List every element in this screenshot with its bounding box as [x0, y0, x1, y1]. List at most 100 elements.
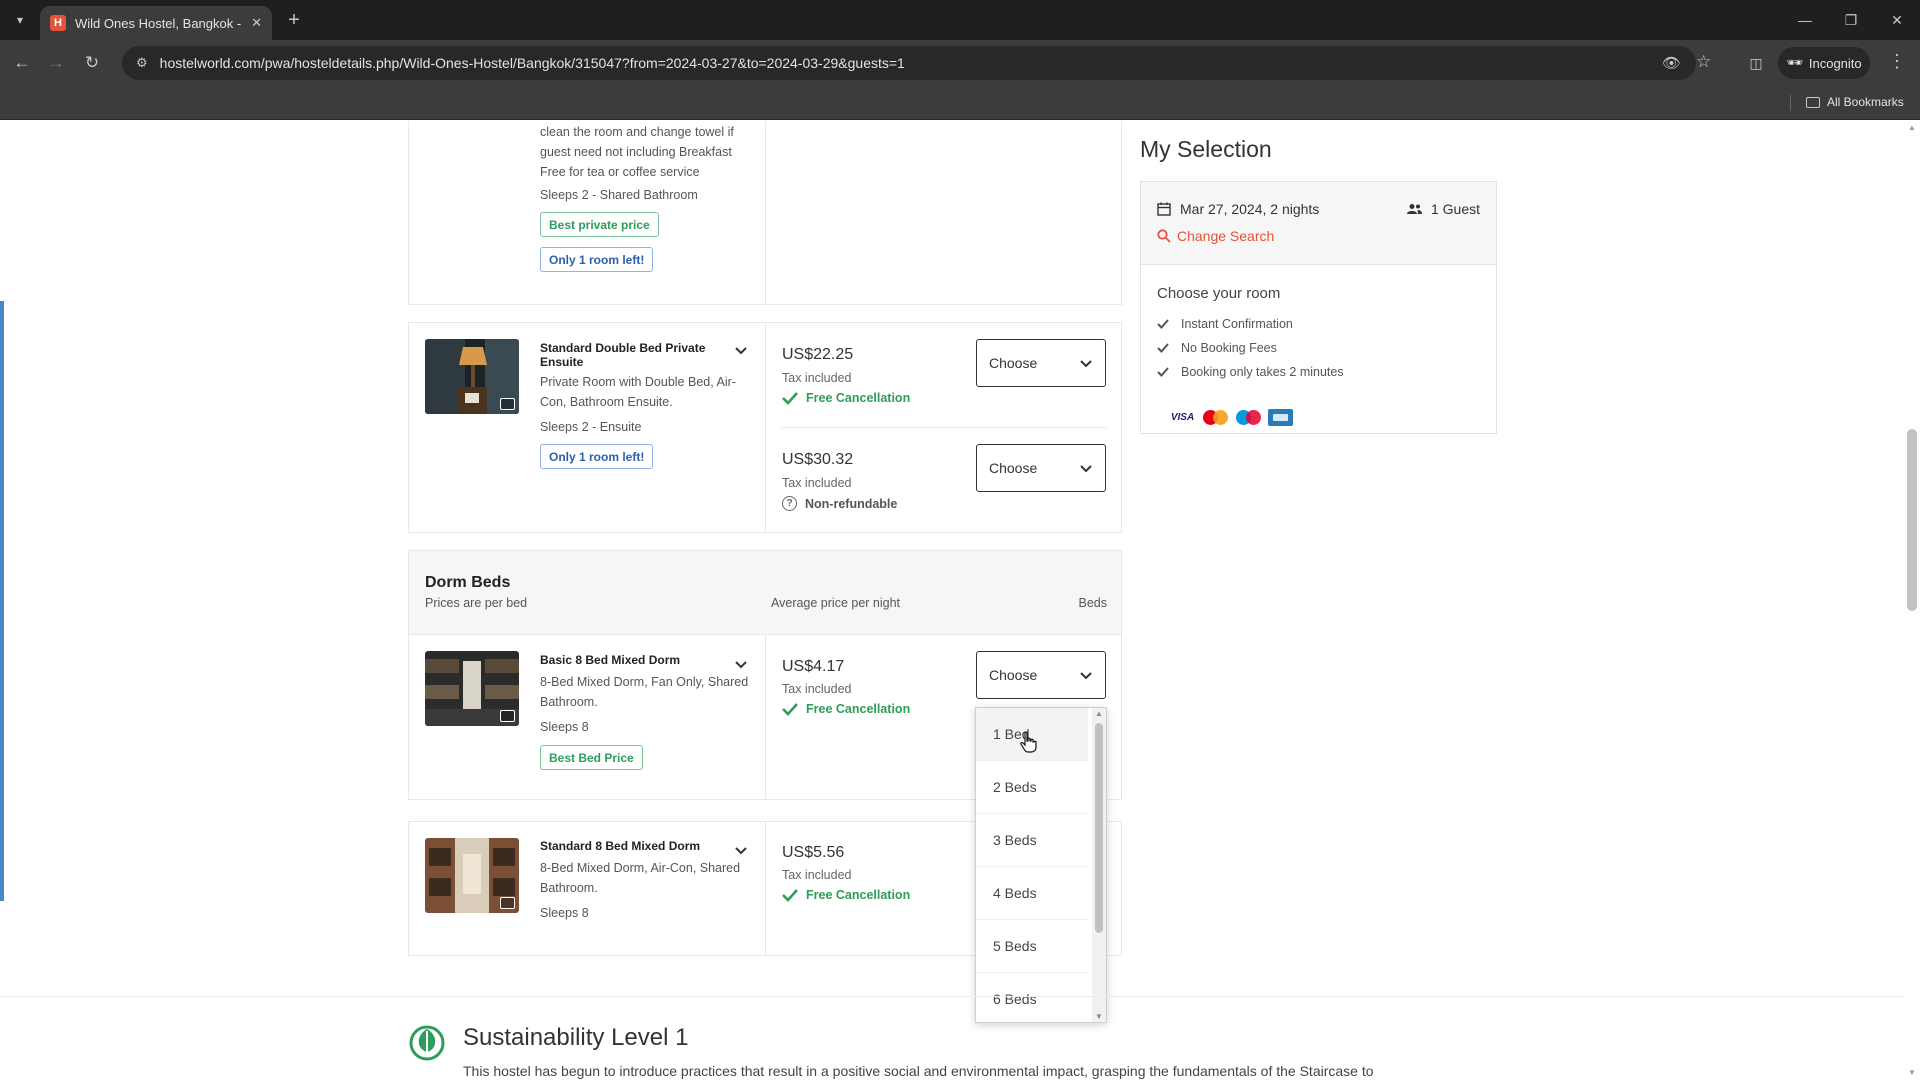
jcb-logo-icon — [1268, 409, 1293, 426]
browser-tabbar: ▾ H Wild Ones Hostel, Bangkok - 20 ✕ + —… — [0, 0, 1920, 40]
chevron-down-icon — [1080, 672, 1092, 680]
visa-logo-icon: VISA — [1170, 412, 1195, 423]
choose-room-heading: Choose your room — [1157, 285, 1281, 302]
beds-option-3[interactable]: 3 Beds — [976, 814, 1088, 867]
best-private-price-badge: Best private price — [540, 212, 659, 237]
url-text: hostelworld.com/pwa/hosteldetails.php/Wi… — [159, 55, 905, 71]
dorm-beds-header: Dorm Beds Prices are per bed Average pri… — [408, 550, 1122, 635]
room-photo[interactable] — [425, 339, 519, 414]
maestro-logo-icon — [1235, 409, 1262, 426]
beds-option-2[interactable]: 2 Beds — [976, 761, 1088, 814]
check-icon — [1157, 319, 1169, 329]
browser-tab[interactable]: H Wild Ones Hostel, Bangkok - 20 ✕ — [40, 6, 272, 40]
side-panel-icon[interactable]: ◫ — [1744, 51, 1768, 75]
scroll-up-icon[interactable]: ▲ — [1095, 709, 1103, 718]
room-quantity-select[interactable]: Choose — [976, 339, 1106, 387]
gallery-icon — [500, 710, 515, 722]
beds-option-6[interactable]: 6 Beds — [976, 973, 1088, 1022]
rate-tax-note: Tax included — [782, 682, 852, 696]
column-divider — [765, 121, 766, 304]
average-price-label: Average price per night — [771, 596, 901, 610]
bookmark-star-icon[interactable]: ☆ — [1696, 52, 1711, 72]
guest-count: 1 Guest — [1406, 201, 1480, 217]
dropdown-scrollbar[interactable]: ▲ ▼ — [1092, 708, 1106, 1022]
room-name: Basic 8 Bed Mixed Dorm — [540, 653, 681, 667]
browser-menu-icon[interactable]: ⋮ — [1888, 51, 1906, 72]
room-card-private-top: clean the room and change towel if guest… — [408, 121, 1122, 305]
expand-chevron-icon[interactable] — [734, 343, 748, 357]
search-icon — [1157, 229, 1171, 243]
minimize-icon[interactable]: — — [1790, 8, 1820, 32]
beds-option-5[interactable]: 5 Beds — [976, 920, 1088, 973]
new-tab-icon[interactable]: + — [282, 8, 306, 32]
restore-icon[interactable]: ❐ — [1836, 8, 1866, 32]
room-quantity-select[interactable]: Choose — [976, 444, 1106, 492]
all-bookmarks-button[interactable]: All Bookmarks — [1806, 95, 1904, 109]
gallery-icon — [500, 897, 515, 909]
free-cancellation-label: Free Cancellation — [782, 391, 910, 405]
tab-title: Wild Ones Hostel, Bangkok - 20 — [75, 15, 243, 31]
column-divider — [765, 323, 766, 532]
browser-toolbar: ← → ↻ ⚙ hostelworld.com/pwa/hosteldetail… — [0, 40, 1920, 86]
gallery-icon — [500, 398, 515, 410]
change-search-link[interactable]: Change Search — [1157, 228, 1274, 244]
room-description: Private Room with Double Bed, Air-Con, B… — [540, 375, 736, 409]
rate-policy: Free Cancellation — [806, 391, 911, 405]
scroll-down-icon[interactable]: ▼ — [1095, 1012, 1103, 1021]
hostelworld-favicon-icon: H — [50, 15, 66, 31]
tab-search-icon[interactable]: ▾ — [8, 8, 32, 32]
left-accent-bar — [0, 301, 4, 901]
beds-column-label: Beds — [1078, 596, 1108, 610]
dropdown-scroll-thumb[interactable] — [1095, 723, 1103, 933]
section-subtitle: Prices are per bed — [425, 596, 528, 610]
page-content: clean the room and change towel if guest… — [0, 121, 1920, 1080]
room-sleeps: Sleeps 8 — [540, 906, 589, 920]
incognito-profile-button[interactable]: 🕶 Incognito — [1778, 47, 1870, 79]
check-icon — [782, 703, 798, 716]
beds-dropdown-list[interactable]: 1 Bed 2 Beds 3 Beds 4 Beds 5 Beds 6 Beds… — [975, 707, 1107, 1023]
expand-chevron-icon[interactable] — [734, 657, 748, 671]
room-sleeps: Sleeps 2 - Ensuite — [540, 420, 642, 434]
chevron-down-icon — [1080, 360, 1092, 368]
hand-cursor-icon — [1020, 731, 1037, 753]
chevron-down-icon — [1080, 465, 1092, 473]
reload-icon[interactable]: ↻ — [80, 51, 104, 75]
best-bed-price-badge: Best Bed Price — [540, 745, 643, 770]
my-selection-title: My Selection — [1140, 136, 1272, 162]
change-search-label: Change Search — [1177, 228, 1275, 244]
forward-icon[interactable]: → — [44, 51, 68, 75]
sustainability-text: This hostel has begun to introduce pract… — [463, 1063, 1374, 1079]
page-scroll-thumb[interactable] — [1907, 429, 1917, 611]
room-description: clean the room and change towel if guest… — [540, 125, 734, 179]
room-card-double-ensuite: Standard Double Bed Private Ensuite Priv… — [408, 322, 1122, 533]
beds-option-4[interactable]: 4 Beds — [976, 867, 1088, 920]
room-photo[interactable] — [425, 838, 519, 913]
room-name: Standard Double Bed Private Ensuite — [540, 341, 706, 369]
select-value: Choose — [989, 355, 1038, 371]
rate-tax-note: Tax included — [782, 371, 852, 385]
rate-price: US$30.32 — [782, 451, 854, 468]
rate-price: US$5.56 — [782, 844, 845, 861]
site-info-icon[interactable]: ⚙ — [136, 55, 148, 71]
beds-quantity-select[interactable]: Choose — [976, 651, 1106, 699]
page-scroll-down-icon[interactable]: ▼ — [1908, 1068, 1916, 1077]
page-scroll-up-icon[interactable]: ▲ — [1908, 123, 1916, 132]
room-name: Standard 8 Bed Mixed Dorm — [540, 839, 701, 853]
rooms-left-badge: Only 1 room left! — [540, 444, 654, 469]
back-icon[interactable]: ← — [10, 51, 34, 75]
rate-divider — [782, 427, 1106, 428]
room-photo[interactable] — [425, 651, 519, 726]
eye-off-icon[interactable]: 👁 — [1662, 54, 1681, 72]
guest-count-text: 1 Guest — [1430, 201, 1480, 217]
address-bar[interactable]: ⚙ hostelworld.com/pwa/hosteldetails.php/… — [122, 46, 1711, 80]
rate-policy: Non-refundable — [805, 496, 898, 511]
question-icon[interactable]: ? — [782, 496, 797, 511]
rooms-left-badge: Only 1 room left! — [540, 247, 654, 272]
rate-policy: Free Cancellation — [806, 702, 911, 716]
tab-close-icon[interactable]: ✕ — [251, 15, 262, 31]
stay-dates-text: Mar 27, 2024, 2 nights — [1180, 201, 1320, 217]
window-close-icon[interactable]: ✕ — [1882, 8, 1912, 32]
feature-item: Booking only takes 2 minutes — [1157, 365, 1344, 379]
expand-chevron-icon[interactable] — [734, 843, 748, 857]
free-cancellation-label: Free Cancellation — [782, 888, 910, 902]
